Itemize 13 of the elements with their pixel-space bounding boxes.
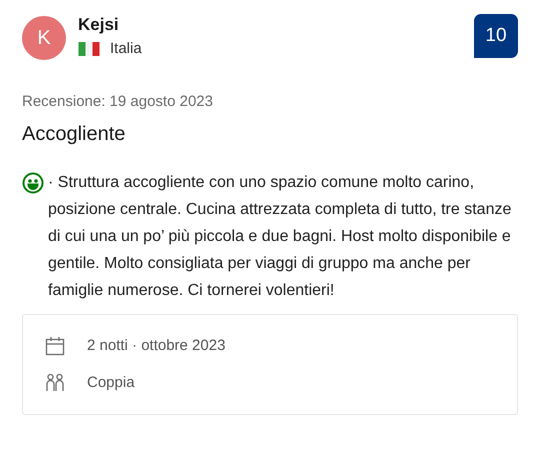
detail-text: Coppia bbox=[87, 372, 135, 392]
score-badge: 10 bbox=[474, 14, 518, 58]
people-icon bbox=[45, 372, 65, 393]
review-title: Accogliente bbox=[22, 122, 126, 147]
review-date: Recensione: 19 agosto 2023 bbox=[22, 92, 214, 112]
review-text: · Struttura accogliente con uno spazio comune molto carino, posizione centrale. Cucina attrezzata completa di tutto, tre stanze di cui una un po’ più piccola e due bagni. Host molto disponibile e gentile. Molto consigliata per viaggi di gruppo ma anche per famiglie numerose. Ci tornerei volentieri! bbox=[48, 173, 512, 301]
country: Italia bbox=[110, 39, 142, 59]
flag-icon bbox=[78, 42, 100, 56]
detail-text: 2 notti · ottobre 2023 bbox=[87, 336, 226, 356]
smiley-icon bbox=[22, 172, 44, 194]
calendar-icon bbox=[45, 336, 65, 356]
reviewer-name: Kejsi bbox=[78, 14, 120, 36]
avatar: K bbox=[22, 16, 66, 60]
